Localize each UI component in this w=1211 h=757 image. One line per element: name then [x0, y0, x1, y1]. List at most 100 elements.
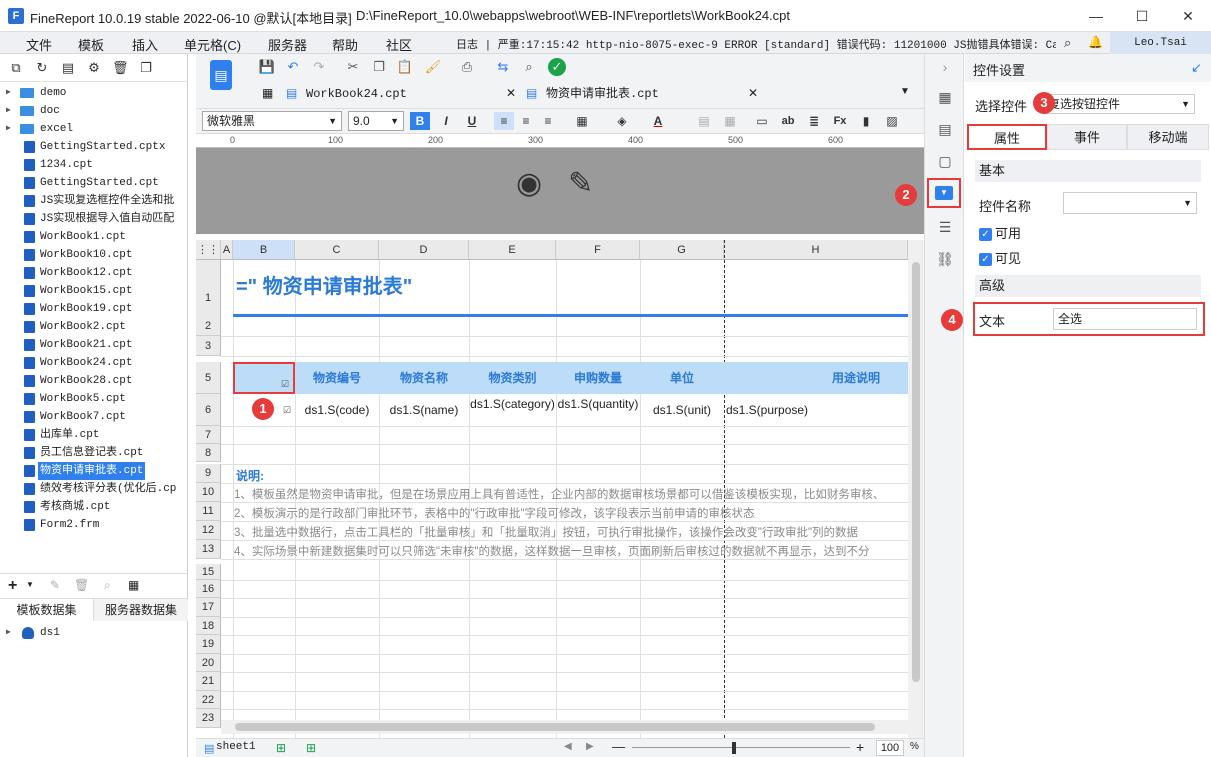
- note-line[interactable]: 3、批量选中数据行，点击工具栏的「批量审核」和「批量取消」按钮，可执行审批操作，…: [234, 524, 906, 540]
- cut-icon[interactable]: ✂: [344, 58, 362, 76]
- cell-purpose[interactable]: ds1.S(purpose): [726, 402, 808, 418]
- preview-icon[interactable]: ⎙: [458, 58, 476, 76]
- visible-checkbox[interactable]: ✓ 可见: [979, 248, 1021, 267]
- fill-color-icon[interactable]: ◈: [612, 112, 632, 130]
- align-center-icon[interactable]: ≡: [516, 112, 536, 130]
- add-sheet-icon[interactable]: ⊞: [276, 741, 286, 755]
- link-icon[interactable]: ⛓: [935, 250, 955, 268]
- zoom-slider[interactable]: [632, 747, 850, 748]
- align-left-icon[interactable]: ≡: [494, 112, 514, 130]
- minimize-button[interactable]: —: [1073, 0, 1119, 32]
- pencil-icon[interactable]: ✎: [568, 166, 593, 201]
- row-header[interactable]: 3: [196, 336, 221, 356]
- row-header[interactable]: 7: [196, 426, 221, 444]
- delete-dataset-icon[interactable]: 🗑: [74, 578, 89, 592]
- bell-icon[interactable]: 🔔: [1088, 35, 1103, 49]
- tab-template-dataset[interactable]: 模板数据集: [0, 599, 94, 621]
- tree-file[interactable]: WorkBook5.cpt: [0, 390, 187, 408]
- unmerge-icon[interactable]: ▦: [720, 112, 740, 130]
- corner-cell[interactable]: ⋮⋮: [196, 240, 221, 260]
- underline-button[interactable]: U: [462, 112, 482, 130]
- tree-file[interactable]: 1234.cpt: [0, 156, 187, 174]
- row-header[interactable]: 16: [196, 580, 221, 598]
- cell-element-icon[interactable]: ▤: [935, 120, 955, 138]
- cell-style-icon[interactable]: ▢: [935, 152, 955, 170]
- condition-icon[interactable]: ☰: [935, 218, 955, 236]
- refresh-icon[interactable]: ↻: [34, 60, 50, 76]
- header-purpose[interactable]: 用途说明: [724, 362, 908, 394]
- tree-file[interactable]: WorkBook15.cpt: [0, 282, 187, 300]
- row-header[interactable]: 20: [196, 654, 221, 672]
- sync-icon[interactable]: ⇆: [494, 58, 512, 76]
- tree-file[interactable]: 物资申请审批表.cpt: [0, 462, 187, 480]
- tree-file[interactable]: JS实现复选框控件全选和批: [0, 192, 187, 210]
- cell-category[interactable]: ds1.S(category): [469, 396, 556, 412]
- row-header[interactable]: 11: [196, 502, 221, 521]
- tree-file[interactable]: WorkBook19.cpt: [0, 300, 187, 318]
- zoom-in-icon[interactable]: +: [856, 739, 864, 755]
- row-header[interactable]: 8: [196, 444, 221, 462]
- row-header[interactable]: 22: [196, 691, 221, 709]
- tree-file[interactable]: 考核商城.cpt: [0, 498, 187, 516]
- settings-icon[interactable]: ⚙: [86, 60, 102, 76]
- formula-icon[interactable]: Fx: [830, 112, 850, 130]
- check-icon[interactable]: ✓: [548, 58, 566, 76]
- col-header-d[interactable]: D: [379, 240, 469, 260]
- tree-file[interactable]: WorkBook28.cpt: [0, 372, 187, 390]
- italic-button[interactable]: I: [436, 112, 456, 130]
- log-message[interactable]: 日志 | 严重:17:15:42 http-nio-8075-exec-9 ER…: [456, 36, 1056, 52]
- zoom-value[interactable]: 100: [876, 740, 904, 756]
- header-category[interactable]: 物资类别: [469, 362, 556, 394]
- widget-type-select[interactable]: 复选按钮控件 ▼: [1043, 94, 1195, 114]
- chevron-right-icon[interactable]: ▶: [6, 84, 11, 102]
- font-size-select[interactable]: 9.0 ▼: [348, 111, 404, 131]
- widget-name-input[interactable]: ▼: [1063, 192, 1197, 214]
- dataset-settings-icon[interactable]: ▦: [128, 578, 139, 592]
- tab-properties[interactable]: 属性: [967, 124, 1047, 150]
- row-header[interactable]: 21: [196, 672, 221, 691]
- col-header-e[interactable]: E: [469, 240, 556, 260]
- menu-community[interactable]: 社区: [386, 35, 412, 54]
- widget-settings-button[interactable]: ▼: [927, 178, 961, 208]
- enabled-checkbox[interactable]: ✓ 可用: [979, 223, 1021, 242]
- tree-folder[interactable]: ▶ doc: [0, 102, 187, 120]
- copy-icon[interactable]: ❐: [138, 60, 154, 76]
- col-header-a[interactable]: A: [221, 240, 233, 260]
- copy-icon[interactable]: ❐: [370, 58, 388, 76]
- cell-unit[interactable]: ds1.S(unit): [640, 402, 724, 418]
- tree-file[interactable]: WorkBook2.cpt: [0, 318, 187, 336]
- note-line[interactable]: 1、模板虽然是物资申请审批，但是在场景应用上具有普适性，企业内部的数据审核场景都…: [234, 486, 906, 502]
- grid-icon[interactable]: ▦: [262, 86, 273, 100]
- section-basic[interactable]: 基本: [975, 160, 1201, 182]
- section-advanced[interactable]: 高级: [975, 275, 1201, 297]
- tree-file[interactable]: 员工信息登记表.cpt: [0, 444, 187, 462]
- cell-quantity[interactable]: ds1.S(quantity): [556, 396, 640, 412]
- tree-folder[interactable]: ▶ excel: [0, 120, 187, 138]
- note-line[interactable]: 2、模板演示的是行政部门审批环节，表格中的"行政审批"字段可修改，该字段表示当前…: [234, 505, 906, 521]
- menu-insert[interactable]: 插入: [132, 35, 158, 54]
- zoom-slider-handle[interactable]: [732, 742, 736, 754]
- row-header[interactable]: 23: [196, 709, 221, 728]
- format-painter-icon[interactable]: 🖌: [424, 58, 442, 76]
- menu-cell[interactable]: 单元格(C): [184, 35, 241, 54]
- row-header[interactable]: 12: [196, 521, 221, 540]
- tree-file[interactable]: 绩效考核评分表(优化后.cp: [0, 480, 187, 498]
- paragraph-icon[interactable]: ≣: [804, 112, 824, 130]
- tab-workbook24[interactable]: WorkBook24.cpt: [306, 82, 407, 106]
- header-name[interactable]: 物资名称: [379, 362, 469, 394]
- tree-file[interactable]: WorkBook10.cpt: [0, 246, 187, 264]
- horizontal-scrollbar[interactable]: [221, 720, 908, 734]
- report-title[interactable]: =" 物资申请审批表": [236, 270, 412, 299]
- checkbox-all-cell[interactable]: ☑: [233, 362, 295, 394]
- open-icon[interactable]: ▤: [60, 60, 76, 76]
- chevron-right-icon[interactable]: ▶: [6, 102, 11, 120]
- search-template-icon[interactable]: ⌕: [520, 58, 538, 76]
- tab-mobile[interactable]: 移动端: [1127, 124, 1209, 150]
- undo-icon[interactable]: ↶: [284, 58, 302, 76]
- add-form-sheet-icon[interactable]: ⊞: [306, 741, 316, 755]
- close-tab-icon[interactable]: ✕: [506, 86, 516, 100]
- tab-menu-icon[interactable]: ▼: [900, 86, 910, 97]
- eye-off-icon[interactable]: ◉: [516, 166, 542, 201]
- preview-icon[interactable]: ⌕: [104, 578, 111, 593]
- tree-file[interactable]: GettingStarted.cpt: [0, 174, 187, 192]
